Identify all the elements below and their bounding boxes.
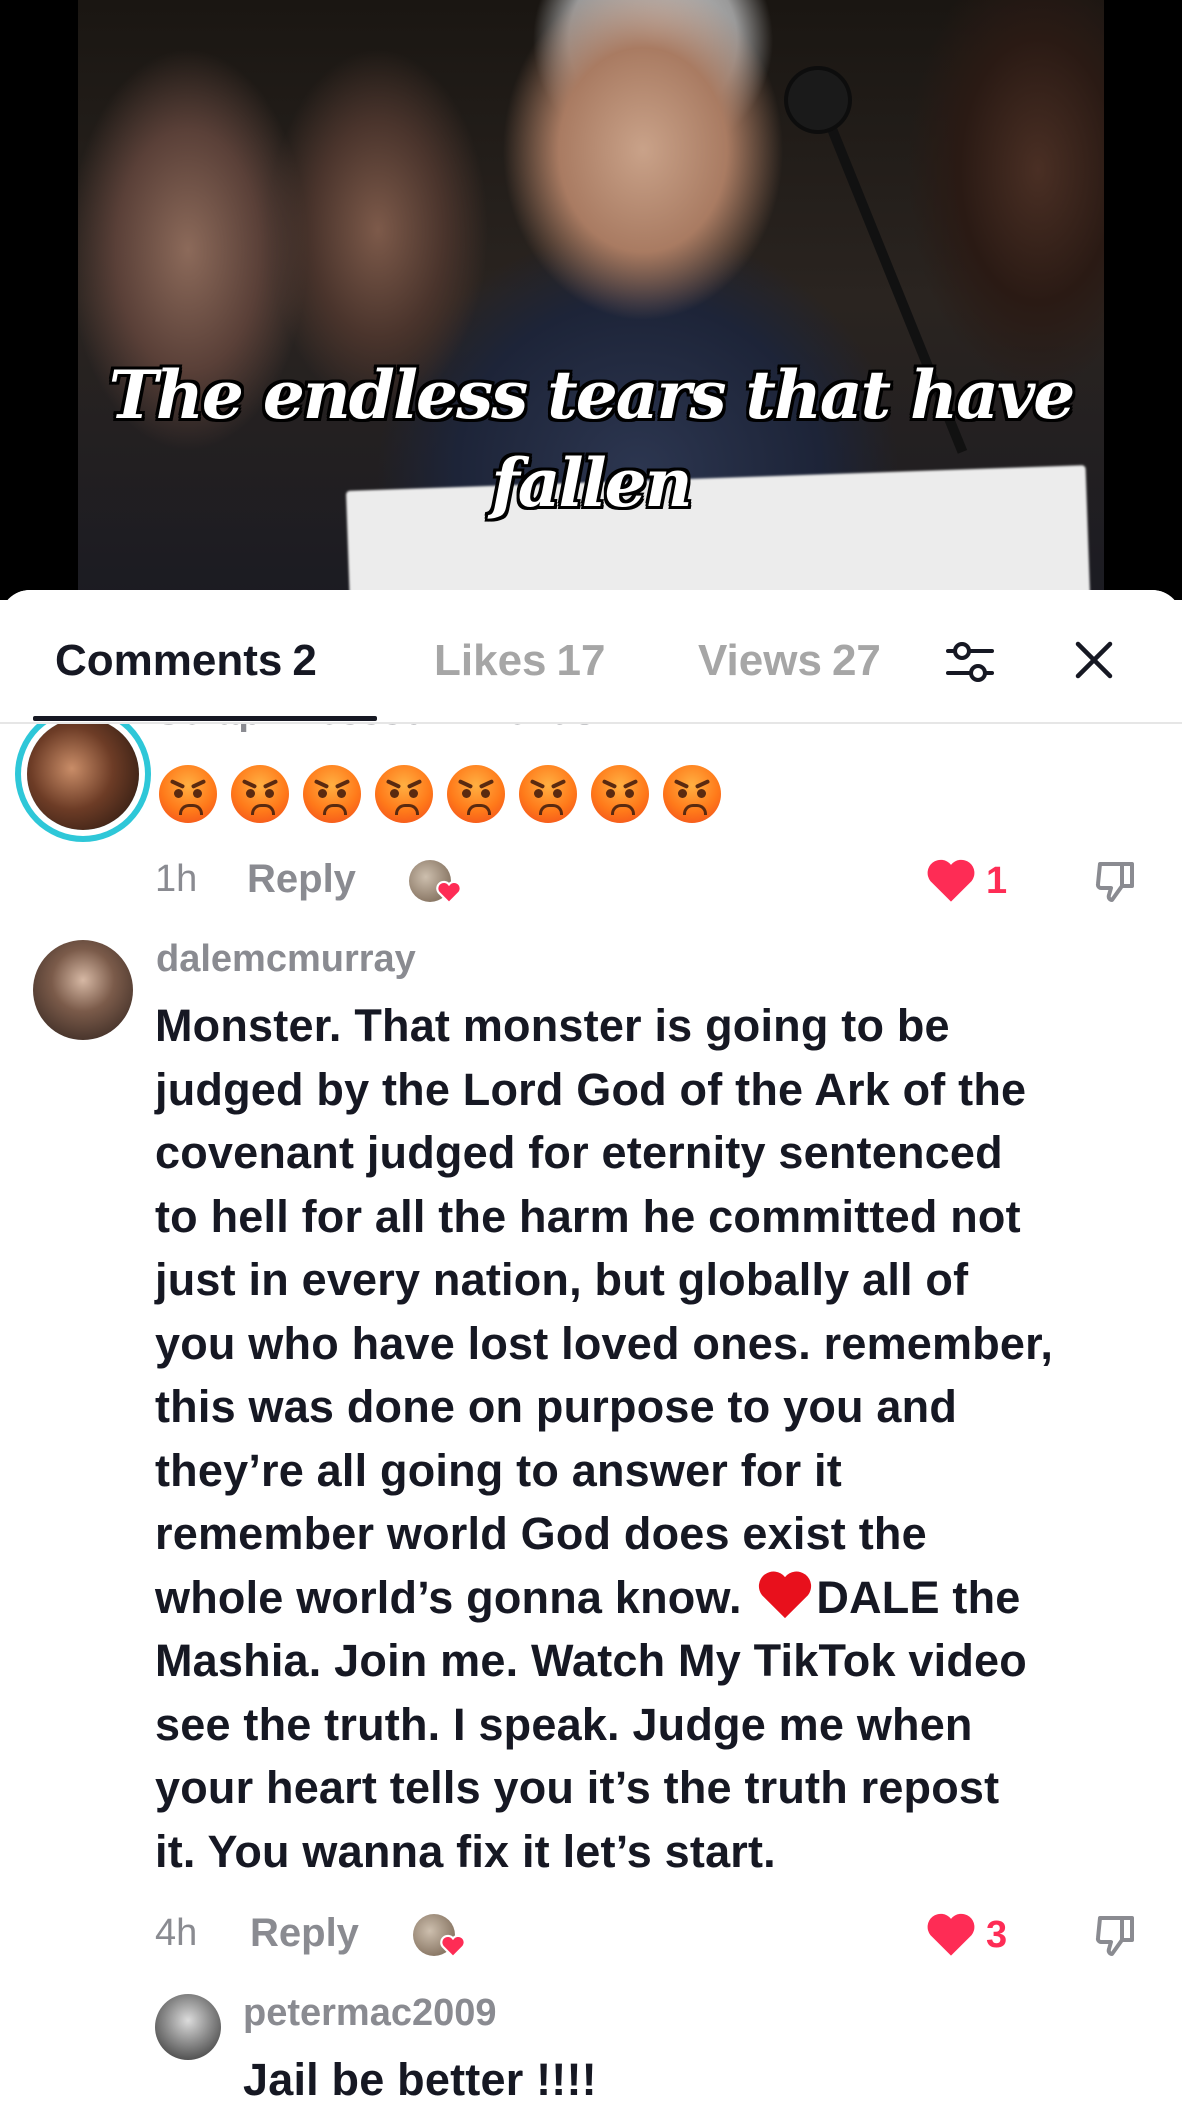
red-heart-emoji-icon bbox=[759, 1571, 812, 1618]
filter-icon[interactable] bbox=[940, 632, 1000, 692]
tab-views[interactable]: Views 27 bbox=[698, 636, 881, 686]
angry-face-emoji bbox=[663, 765, 721, 823]
comment-sheet-tabs: Comments 2 Likes 17 Views 27 bbox=[0, 590, 1182, 724]
angry-face-emoji bbox=[591, 765, 649, 823]
reply-button[interactable]: Reply bbox=[247, 857, 356, 902]
tab-views-count: 27 bbox=[831, 636, 881, 685]
angry-face-emoji bbox=[303, 765, 361, 823]
video-caption-line-1: The endless tears that have bbox=[108, 356, 1076, 434]
avatar[interactable] bbox=[27, 718, 139, 830]
close-icon[interactable] bbox=[1064, 630, 1124, 690]
angry-face-emoji bbox=[375, 765, 433, 823]
like-count: 1 bbox=[986, 860, 1008, 902]
comments-sheet: Seraphine3330 · Friends 1h Reply 1 dalem… bbox=[0, 590, 1182, 2104]
comment-text-part-1: Monster. That monster is going to be jud… bbox=[155, 1000, 1054, 1623]
angry-face-emoji bbox=[447, 765, 505, 823]
video-player[interactable]: The endless tears that have fallen bbox=[0, 0, 1182, 600]
creator-heart-icon bbox=[436, 880, 462, 904]
tab-comments[interactable]: Comments 2 bbox=[55, 636, 317, 686]
creator-heart-icon bbox=[440, 1934, 466, 1958]
like-count: 3 bbox=[986, 1914, 1008, 1956]
tab-comments-count: 2 bbox=[292, 636, 317, 685]
dislike-icon[interactable] bbox=[1092, 858, 1140, 906]
reply-text: Jail be better !!!! bbox=[243, 2054, 597, 2104]
comment-username[interactable]: dalemcmurray bbox=[156, 938, 416, 981]
comment-time: 1h bbox=[155, 858, 198, 900]
tab-comments-label: Comments bbox=[55, 636, 283, 685]
avatar[interactable] bbox=[33, 940, 133, 1040]
comment-list[interactable]: Seraphine3330 · Friends 1h Reply 1 dalem… bbox=[0, 590, 1182, 2104]
comment-text: Monster. That monster is going to be jud… bbox=[155, 994, 1155, 1883]
active-tab-indicator bbox=[33, 716, 377, 721]
reply-button[interactable]: Reply bbox=[250, 1911, 359, 1956]
angry-face-emoji bbox=[519, 765, 577, 823]
reply-avatar[interactable] bbox=[155, 1994, 221, 2060]
tab-likes-label: Likes bbox=[434, 636, 547, 685]
dislike-icon[interactable] bbox=[1092, 1912, 1140, 1960]
tab-likes-count: 17 bbox=[556, 636, 606, 685]
comment-time: 4h bbox=[155, 1912, 198, 1954]
angry-face-emoji bbox=[231, 765, 289, 823]
tab-likes[interactable]: Likes 17 bbox=[434, 636, 605, 686]
reply-username[interactable]: petermac2009 bbox=[243, 1992, 497, 2035]
like-heart-icon[interactable] bbox=[925, 856, 977, 904]
video-caption-line-2: fallen bbox=[491, 444, 692, 522]
like-heart-icon[interactable] bbox=[925, 1910, 977, 1958]
angry-face-emoji bbox=[159, 765, 217, 823]
microphone bbox=[788, 70, 848, 130]
tab-views-label: Views bbox=[698, 636, 822, 685]
